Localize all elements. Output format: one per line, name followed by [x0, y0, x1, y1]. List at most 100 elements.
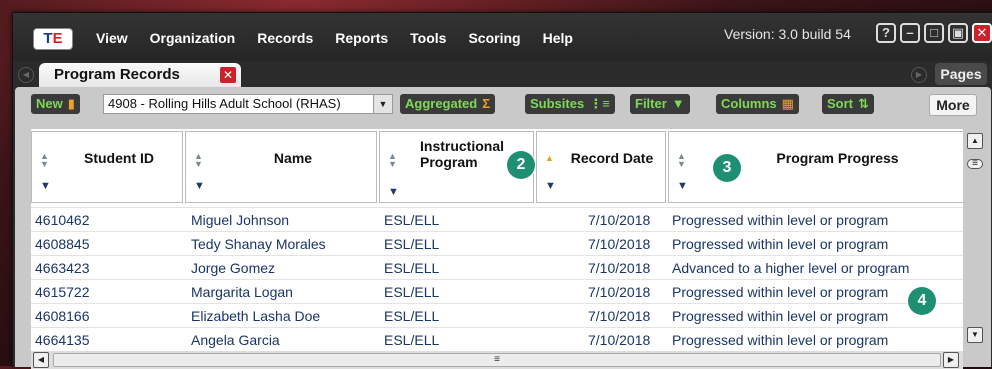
- column-label: Record Date: [570, 150, 654, 166]
- column-label: Program Progress: [776, 150, 899, 166]
- close-window-button[interactable]: ✕: [972, 23, 992, 43]
- subsites-button[interactable]: Subsites ⋮≡: [525, 94, 615, 114]
- column-header-student-id[interactable]: ▲ ▼ Student ID ▼: [31, 131, 183, 203]
- more-button[interactable]: More: [929, 94, 977, 116]
- grid-header: ▲ ▼ Student ID ▼ ▲ ▼ Name ▼ ▲ ▼ Instruction…: [31, 129, 963, 205]
- callout-badge-4: 4: [908, 287, 936, 315]
- filter-icon[interactable]: ▼: [677, 180, 688, 192]
- new-document-icon: ▮: [67, 96, 75, 111]
- callout-badge-3: 3: [713, 154, 741, 182]
- table-row[interactable]: 4663423 Jorge Gomez ESL/ELL 7/10/2018 Ad…: [31, 255, 963, 280]
- app-window: TE View Organization Records Reports Too…: [12, 12, 992, 369]
- site-select[interactable]: 4908 - Rolling Hills Adult School (RHAS)…: [103, 94, 393, 114]
- cell-program: ESL/ELL: [384, 236, 440, 252]
- horizontal-scroll-thumb[interactable]: ≡: [53, 353, 941, 367]
- table-row[interactable]: 4664135 Angela Garcia ESL/ELL 7/10/2018 …: [31, 327, 963, 352]
- table-row[interactable]: 4615722 Margarita Logan ESL/ELL 7/10/201…: [31, 279, 963, 304]
- callout-badge-2: 2: [507, 151, 535, 179]
- cell-date: 7/10/2018: [588, 308, 651, 324]
- column-label: Instructional Program: [420, 138, 505, 170]
- table-row[interactable]: 4608166 Elizabeth Lasha Doe ESL/ELL 7/10…: [31, 303, 963, 328]
- cell-progress: Progressed within level or program: [672, 332, 889, 348]
- site-select-value: 4908 - Rolling Hills Adult School (RHAS): [108, 96, 341, 111]
- horizontal-scrollbar[interactable]: ◀ ≡ ▶: [31, 351, 963, 369]
- tab-scroll-left-icon[interactable]: ◀: [18, 67, 34, 83]
- app-logo[interactable]: TE: [33, 28, 73, 50]
- filter-icon[interactable]: ▼: [40, 180, 51, 192]
- cell-student-id: 4615722: [35, 284, 90, 300]
- help-button[interactable]: ?: [876, 23, 896, 43]
- sigma-icon: Σ: [482, 96, 491, 111]
- cell-date: 7/10/2018: [588, 236, 651, 252]
- new-button[interactable]: New ▮: [31, 94, 80, 114]
- chevron-down-icon[interactable]: ▼: [373, 95, 392, 113]
- menu-tools[interactable]: Tools: [399, 28, 457, 48]
- cell-name: Tedy Shanay Morales: [191, 236, 326, 252]
- aggregated-button[interactable]: Aggregated Σ: [400, 94, 496, 114]
- scroll-thumb-grip-icon[interactable]: ≡: [967, 159, 983, 169]
- cell-date: 7/10/2018: [588, 260, 651, 276]
- vertical-scrollbar[interactable]: ▲ ≡ ▼: [967, 129, 987, 353]
- cell-name: Angela Garcia: [191, 332, 280, 348]
- sort-icon[interactable]: ▲ ▼: [40, 152, 49, 169]
- column-label: Name: [273, 150, 313, 166]
- sort-icon[interactable]: ▲ ▼: [194, 152, 203, 169]
- cell-progress: Progressed within level or program: [672, 212, 889, 228]
- tab-program-records[interactable]: Program Records ✕: [39, 63, 241, 87]
- pages-button[interactable]: Pages: [935, 63, 987, 85]
- table-row[interactable]: 4610462 Miguel Johnson ESL/ELL 7/10/2018…: [31, 207, 963, 232]
- filter-button[interactable]: Filter ▼: [630, 94, 690, 114]
- filter-icon[interactable]: ▼: [388, 186, 399, 198]
- tab-label: Program Records: [54, 66, 180, 83]
- cell-student-id: 4663423: [35, 260, 90, 276]
- scroll-down-icon[interactable]: ▼: [967, 327, 983, 343]
- menu-organization[interactable]: Organization: [139, 28, 247, 48]
- filter-icon[interactable]: ▼: [545, 180, 556, 192]
- column-header-record-date[interactable]: ▲ Record Date ▼: [536, 131, 666, 203]
- cell-progress: Progressed within level or program: [672, 284, 889, 300]
- cell-name: Elizabeth Lasha Doe: [191, 308, 321, 324]
- tree-icon: ⋮≡: [589, 96, 610, 111]
- menu-records[interactable]: Records: [246, 28, 324, 48]
- cell-progress: Progressed within level or program: [672, 236, 889, 252]
- maximize-button[interactable]: □: [924, 23, 944, 43]
- restore-button[interactable]: ▣: [948, 23, 968, 43]
- cell-progress: Progressed within level or program: [672, 308, 889, 324]
- cell-student-id: 4608845: [35, 236, 90, 252]
- cell-date: 7/10/2018: [588, 284, 651, 300]
- sort-ascending-icon[interactable]: ▲: [545, 154, 554, 163]
- scroll-up-icon[interactable]: ▲: [967, 133, 983, 149]
- tab-scroll-right-icon[interactable]: ▶: [911, 67, 927, 83]
- sort-button[interactable]: Sort ⇅: [822, 94, 874, 114]
- cell-student-id: 4610462: [35, 212, 90, 228]
- cell-date: 7/10/2018: [588, 332, 651, 348]
- tab-bar: ◀ Program Records ✕ ▶ Pages: [13, 61, 992, 87]
- cell-name: Margarita Logan: [191, 284, 293, 300]
- cell-student-id: 4608166: [35, 308, 90, 324]
- menu-help[interactable]: Help: [532, 28, 584, 48]
- tab-close-icon[interactable]: ✕: [220, 67, 236, 83]
- sort-label: Sort: [827, 96, 853, 111]
- cell-progress: Advanced to a higher level or program: [672, 260, 910, 276]
- minimize-button[interactable]: –: [900, 23, 920, 43]
- aggregated-label: Aggregated: [405, 96, 478, 111]
- new-label: New: [36, 96, 63, 111]
- menu-view[interactable]: View: [85, 28, 139, 48]
- columns-label: Columns: [721, 96, 777, 111]
- window-controls: ? – □ ▣ ✕: [876, 23, 992, 43]
- menu-scoring[interactable]: Scoring: [457, 28, 531, 48]
- column-header-name[interactable]: ▲ ▼ Name ▼: [185, 131, 377, 203]
- columns-button[interactable]: Columns ▦: [716, 94, 799, 114]
- menu-reports[interactable]: Reports: [324, 28, 399, 48]
- cell-program: ESL/ELL: [384, 284, 440, 300]
- sort-icon[interactable]: ▲ ▼: [388, 152, 397, 169]
- sort-az-icon: ⇅: [858, 96, 869, 111]
- cell-program: ESL/ELL: [384, 332, 440, 348]
- records-grid: ▲ ▼ Student ID ▼ ▲ ▼ Name ▼ ▲ ▼ Instruction…: [31, 129, 963, 353]
- cell-program: ESL/ELL: [384, 308, 440, 324]
- cell-program: ESL/ELL: [384, 212, 440, 228]
- sort-icon[interactable]: ▲ ▼: [677, 152, 686, 169]
- records-panel: New ▮ 4908 - Rolling Hills Adult School (…: [15, 87, 991, 369]
- filter-icon[interactable]: ▼: [194, 180, 205, 192]
- table-row[interactable]: 4608845 Tedy Shanay Morales ESL/ELL 7/10…: [31, 231, 963, 256]
